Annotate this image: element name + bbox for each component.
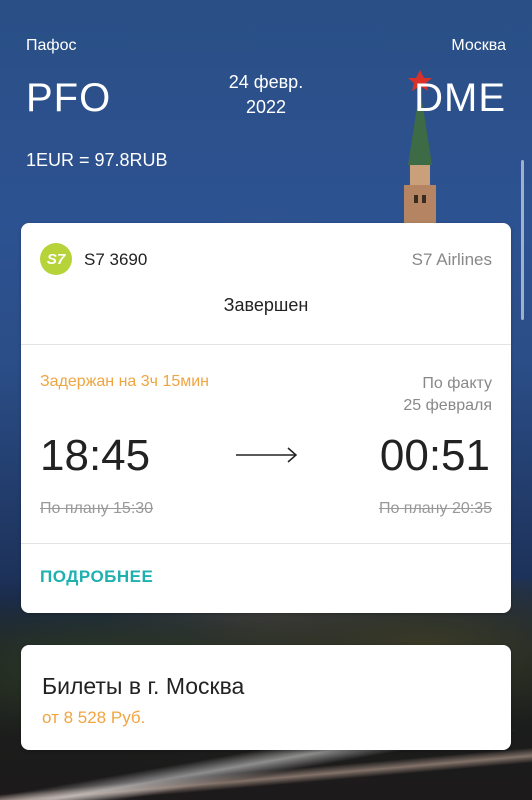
actual-label: По факту [422, 375, 492, 392]
arrow-right-icon [236, 447, 298, 463]
flight-date-year: 2022 [245, 97, 287, 117]
arrival-airport-code: DME [414, 76, 506, 120]
exchange-rate: 1EUR = 97.8RUB [26, 150, 168, 170]
flight-date-day: 24 февр. [228, 72, 304, 92]
s7-logo: S7 [40, 243, 72, 275]
tickets-price: от 8 528 Руб. [42, 708, 146, 727]
arrival-city: Москва [451, 37, 506, 54]
tickets-card[interactable]: Билеты в г. Москва от 8 528 Руб. [21, 645, 511, 750]
departure-time: 18:45 [40, 431, 151, 480]
details-button[interactable]: ПОДРОБНЕЕ [40, 567, 153, 587]
flight-status: Завершен [223, 295, 309, 315]
planned-departure: По плану 15:30 [40, 500, 154, 517]
departure-city: Пафос [26, 37, 77, 54]
divider [21, 344, 511, 345]
actual-arrival-info: По факту 25 февраля [403, 373, 492, 417]
tickets-title: Билеты в г. Москва [42, 673, 245, 699]
delay-info: Задержан на 3ч 15мин [40, 373, 210, 390]
divider [21, 543, 511, 544]
departure-airport-code: PFO [26, 76, 112, 120]
arrival-time: 00:51 [379, 431, 490, 480]
flight-number: S7 3690 [84, 250, 148, 269]
airline-name: S7 Airlines [411, 250, 492, 269]
route-header: Пафос Москва PFO DME 24 февр. 2022 1EUR … [0, 0, 532, 220]
flight-date: 24 февр. 2022 [206, 70, 326, 120]
planned-arrival: По плану 20:35 [378, 500, 492, 517]
flight-card: S7 S7 3690 S7 Airlines Завершен Задержан… [21, 223, 511, 613]
actual-date: 25 февраля [403, 397, 492, 414]
